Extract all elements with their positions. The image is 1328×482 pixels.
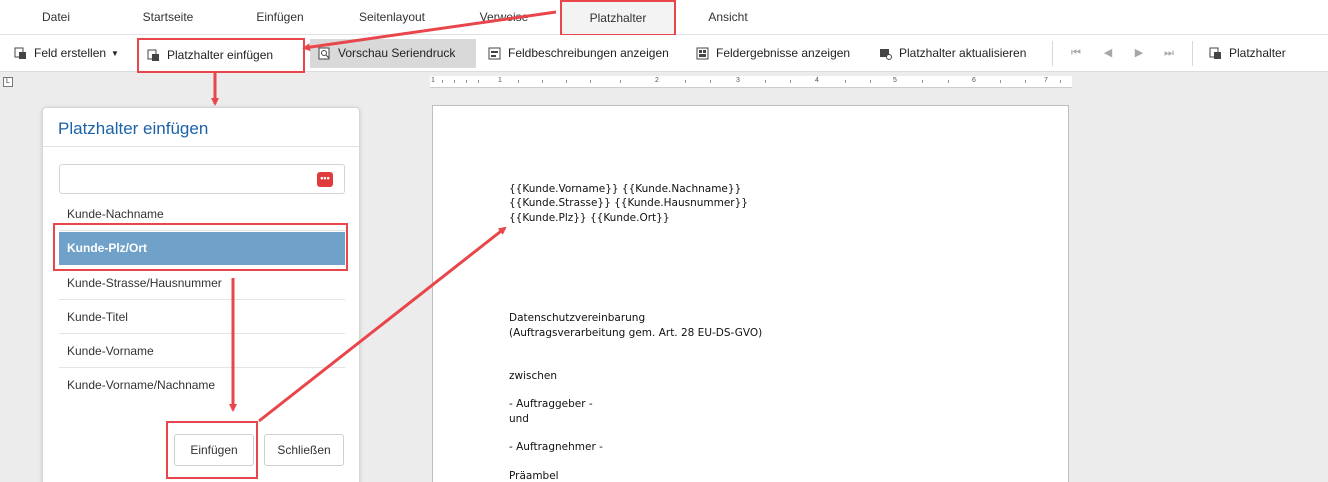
ruler-number: 5 xyxy=(893,77,897,84)
platzhalter-button[interactable]: Platzhalter xyxy=(1201,39,1296,68)
search-input[interactable] xyxy=(66,166,306,192)
menu-datei[interactable]: Datei xyxy=(25,0,87,35)
document-line: {{Kunde.Plz}} {{Kunde.Ort}} xyxy=(509,212,670,224)
ruler-tick xyxy=(566,80,567,83)
chevron-down-icon: ▼ xyxy=(111,49,119,59)
menu-verweise[interactable]: Verweise xyxy=(470,0,538,35)
field-icon xyxy=(14,47,26,59)
insert-placeholder-dialog: Platzhalter einfügen ••• Kunde-Nachname … xyxy=(42,107,360,482)
last-record-icon[interactable]: ⏭ xyxy=(1163,47,1175,59)
feldbeschreibungen-label: Feldbeschreibungen anzeigen xyxy=(508,46,669,60)
dialog-title: Platzhalter einfügen xyxy=(58,119,209,138)
document-line: {{Kunde.Vorname}} {{Kunde.Nachname}} xyxy=(509,183,742,195)
document-line: - Auftraggeber - xyxy=(509,398,593,410)
ruler-number: 2 xyxy=(655,77,659,84)
vorschau-seriendruck-label: Vorschau Seriendruck xyxy=(338,46,456,60)
ruler-tick xyxy=(620,80,621,83)
platzhalter-aktualisieren-label: Platzhalter aktualisieren xyxy=(899,46,1027,60)
document-line: (Auftragsverarbeitung gem. Art. 28 EU-DS… xyxy=(509,327,763,339)
menu-seitenlayout[interactable]: Seitenlayout xyxy=(348,0,436,35)
feldergebnisse-label: Feldergebnisse anzeigen xyxy=(716,46,851,60)
ruler-tick xyxy=(478,80,479,83)
ruler-tick xyxy=(922,80,923,83)
ruler-tab-selector[interactable]: L xyxy=(3,77,13,87)
list-item[interactable]: Kunde-Nachname xyxy=(59,197,345,231)
platzhalter-aktualisieren-button[interactable]: Platzhalter aktualisieren xyxy=(871,39,1036,68)
previous-record-icon[interactable]: ◀ xyxy=(1102,47,1114,59)
dialog-divider xyxy=(43,146,359,147)
horizontal-ruler[interactable]: 1 1 2 3 4 5 6 7 xyxy=(430,76,1072,88)
insert-placeholder-icon xyxy=(147,49,159,61)
menu-ansicht[interactable]: Ansicht xyxy=(696,0,760,35)
menu-einfuegen[interactable]: Einfügen xyxy=(245,0,315,35)
first-record-icon[interactable]: ⏮ xyxy=(1070,47,1082,59)
refresh-fields-icon xyxy=(880,49,892,60)
list-item-selected[interactable]: Kunde-Plz/Ort xyxy=(59,232,345,265)
document-line: {{Kunde.Strasse}} {{Kunde.Hausnummer}} xyxy=(509,197,748,209)
ruler-tick xyxy=(1060,80,1061,83)
list-item[interactable]: Kunde-Titel xyxy=(59,300,345,334)
menu-bar: Datei Startseite Einfügen Seitenlayout V… xyxy=(0,0,1328,36)
ruler-tick xyxy=(466,80,467,83)
ruler-tick xyxy=(454,80,455,83)
ruler-tick xyxy=(685,80,686,83)
list-item[interactable]: Kunde-Strasse/Hausnummer xyxy=(59,266,345,300)
field-results-icon xyxy=(696,47,709,60)
ruler-number: 7 xyxy=(1044,77,1048,84)
list-item[interactable]: Kunde-Vorname/Nachname xyxy=(59,368,345,402)
ruler-tick xyxy=(790,80,791,83)
search-field: ••• xyxy=(59,164,345,194)
more-options-icon[interactable]: ••• xyxy=(317,172,333,187)
feld-erstellen-label: Feld erstellen xyxy=(34,46,107,60)
ruler-tick xyxy=(765,80,766,83)
ruler-tick xyxy=(870,80,871,83)
close-button[interactable]: Schließen xyxy=(264,434,344,466)
document-line: Präambel xyxy=(509,470,559,482)
placeholder-list-icon xyxy=(1209,47,1221,59)
toolbar-separator xyxy=(1052,41,1053,66)
ruler-tick xyxy=(542,80,543,83)
ruler-tick xyxy=(845,80,846,83)
insert-button[interactable]: Einfügen xyxy=(174,434,254,466)
document-page[interactable]: {{Kunde.Vorname}} {{Kunde.Nachname}} {{K… xyxy=(432,105,1069,482)
ruler-number: 4 xyxy=(815,77,819,84)
ribbon-toolbar: Feld erstellen ▼ Platzhalter einfügen Vor… xyxy=(0,35,1328,73)
list-item[interactable]: Kunde-Vorname xyxy=(59,334,345,368)
next-record-icon[interactable]: ▶ xyxy=(1133,47,1145,59)
platzhalter-einfuegen-label: Platzhalter einfügen xyxy=(167,48,274,62)
vorschau-seriendruck-button[interactable]: Vorschau Seriendruck xyxy=(310,39,476,68)
document-line: - Auftragnehmer - xyxy=(509,441,603,453)
ruler-tick xyxy=(590,80,591,83)
ruler-tick xyxy=(1025,80,1026,83)
ruler-tick xyxy=(948,80,949,83)
ruler-number: 1 xyxy=(431,77,435,84)
feldbeschreibungen-button[interactable]: Feldbeschreibungen anzeigen xyxy=(480,39,679,68)
ruler-number: 6 xyxy=(972,77,976,84)
platzhalter-einfuegen-button[interactable]: Platzhalter einfügen xyxy=(137,38,305,73)
menu-startseite[interactable]: Startseite xyxy=(130,0,206,35)
ruler-number: 1 xyxy=(498,77,502,84)
app-window: Datei Startseite Einfügen Seitenlayout V… xyxy=(0,0,1328,482)
document-line: und xyxy=(509,413,529,425)
ruler-tick xyxy=(518,80,519,83)
ruler-tick xyxy=(1000,80,1001,83)
platzhalter-label: Platzhalter xyxy=(1229,46,1286,60)
field-codes-icon xyxy=(488,47,501,60)
preview-icon xyxy=(318,47,330,60)
ruler-number: 3 xyxy=(736,77,740,84)
ruler-tick xyxy=(710,80,711,83)
document-line: Datenschutzvereinbarung xyxy=(509,312,646,324)
menu-platzhalter[interactable]: Platzhalter xyxy=(560,0,676,36)
toolbar-separator xyxy=(1192,41,1193,66)
ruler-tick xyxy=(442,80,443,83)
document-line: zwischen xyxy=(509,370,558,382)
feld-erstellen-button[interactable]: Feld erstellen ▼ xyxy=(6,39,129,68)
feldergebnisse-button[interactable]: Feldergebnisse anzeigen xyxy=(688,39,860,68)
